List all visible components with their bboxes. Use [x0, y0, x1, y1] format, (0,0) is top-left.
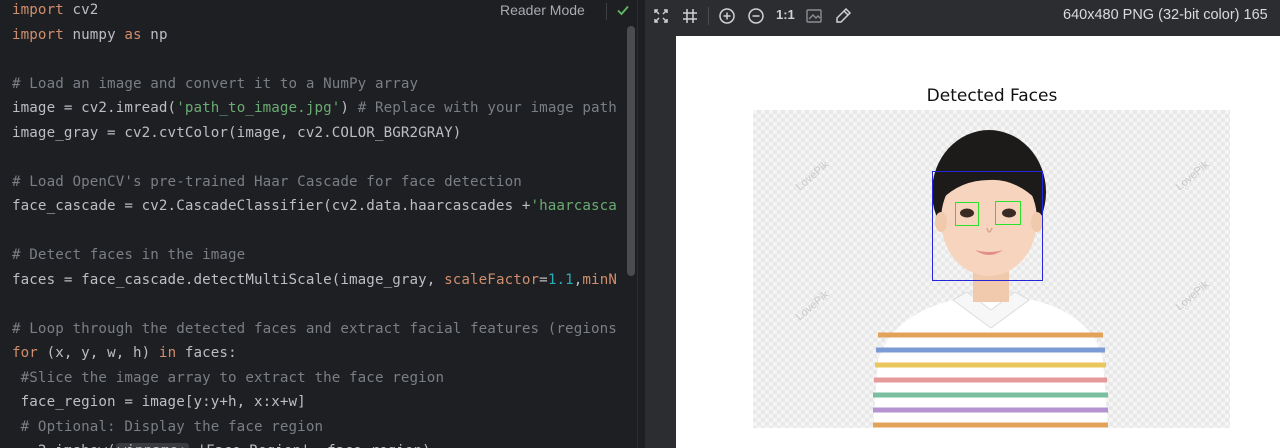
code-line[interactable]: # Loop through the detected faces and ex…	[12, 319, 617, 343]
image-viewer: 1:1 640x480 PNG (32-bit color) 165 Detec…	[645, 0, 1280, 448]
plot-title: Detected Faces	[926, 86, 1058, 106]
code-token: minN	[582, 271, 617, 288]
check-icon[interactable]	[615, 2, 631, 18]
color-picker-icon[interactable]	[833, 6, 853, 26]
reader-mode-button[interactable]: Reader Mode	[500, 2, 585, 18]
code-token: # Replace with your image path	[357, 100, 617, 116]
code-line[interactable]: # Load OpenCV's pre-trained Haar Cascade…	[12, 172, 522, 196]
code-token: numpy	[63, 26, 125, 43]
code-line[interactable]: image_gray = cv2.cvtColor(image, cv2.COL…	[12, 123, 461, 147]
code-token: )	[340, 100, 358, 116]
code-token: 1.1	[547, 271, 574, 288]
eye-detection-box-left	[955, 202, 979, 226]
code-token: faces = face_cascade.detectMultiScale(im…	[12, 271, 445, 288]
code-token: winname:	[115, 443, 189, 448]
code-token: cv2	[63, 2, 99, 18]
code-token: # Load an image and convert it to a NumP…	[12, 75, 419, 92]
code-token: in	[158, 345, 177, 361]
code-token: 'Face Region', face_region)	[189, 443, 431, 448]
code-token: for	[12, 345, 38, 361]
zoom-out-icon[interactable]	[746, 6, 766, 26]
code-line[interactable]: # Optional: Display the face region	[12, 417, 323, 441]
code-editor[interactable]: import cv2 import numpy as np # Load an im…	[0, 0, 645, 448]
code-token: np	[141, 26, 168, 43]
zoom-in-icon[interactable]	[717, 6, 737, 26]
code-line[interactable]: # Detect faces in the image	[12, 245, 245, 269]
code-line[interactable]: image = cv2.imread('path_to_image.jpg') …	[12, 98, 617, 122]
code-token: # Optional: Display the face region	[12, 418, 324, 435]
code-token: # Load OpenCV's pre-trained Haar Cascade…	[12, 173, 522, 190]
code-area[interactable]: import cv2 import numpy as np # Load an im…	[12, 0, 637, 448]
image-toolbar: 1:1 640x480 PNG (32-bit color) 165	[645, 0, 1280, 32]
code-line[interactable]: # Load an image and convert it to a NumP…	[12, 74, 418, 98]
code-token: # Loop through the detected faces and ex…	[12, 320, 617, 337]
code-line[interactable]: #Slice the image array to extract the fa…	[12, 368, 444, 392]
plot-image: LovePik LovePik LovePik LovePik	[753, 110, 1230, 428]
code-token: # Detect faces in the image	[12, 247, 246, 263]
code-token: 'haarcasca	[530, 198, 617, 214]
code-token: =	[539, 271, 548, 288]
code-token: import	[12, 26, 64, 43]
code-token: 'path_to_image.jpg'	[176, 100, 341, 116]
code-line[interactable]: import numpy as np	[12, 25, 168, 49]
code-token: import	[12, 2, 64, 18]
code-line[interactable]: import cv2	[12, 0, 98, 24]
actual-size-button[interactable]: 1:1	[776, 7, 795, 22]
code-token: face_cascade = cv2.CascadeClassifier(cv2…	[12, 198, 531, 214]
code-token: faces:	[176, 345, 237, 361]
code-line[interactable]: for (x, y, w, h) in faces:	[12, 343, 237, 367]
background-toggle-icon[interactable]	[804, 6, 824, 26]
code-token: 2.imshow(	[12, 443, 116, 448]
code-line[interactable]: face_cascade = cv2.CascadeClassifier(cv2…	[12, 196, 617, 220]
code-token: face_region = image[y:y+h, x:x+w]	[12, 394, 306, 410]
face-detection-box	[932, 171, 1043, 281]
toolbar-separator	[708, 7, 709, 25]
code-token: (x, y, w, h)	[37, 345, 159, 361]
code-token: image_gray = cv2.cvtColor(image, cv2.COL…	[12, 124, 462, 141]
image-info-label: 640x480 PNG (32-bit color) 165	[1063, 7, 1268, 23]
eye-detection-box-right	[995, 201, 1021, 225]
code-token: as	[124, 26, 142, 43]
vertical-scrollbar[interactable]	[627, 26, 635, 276]
code-token: scaleFactor	[444, 271, 540, 288]
image-canvas: Detected Faces LovePik LovePik LovePik L…	[676, 36, 1280, 448]
fit-to-window-icon[interactable]	[651, 6, 671, 26]
divider	[606, 3, 607, 20]
code-line[interactable]: face_region = image[y:y+h, x:x+w]	[12, 392, 306, 416]
code-token: image = cv2.imread(	[12, 100, 177, 116]
code-token: #Slice the image array to extract the fa…	[12, 369, 445, 386]
code-line[interactable]: 2.imshow(winname: 'Face Region', face_re…	[12, 441, 431, 448]
actual-grid-icon[interactable]	[680, 6, 700, 26]
pane-divider	[637, 0, 638, 448]
code-line[interactable]: faces = face_cascade.detectMultiScale(im…	[12, 270, 617, 294]
